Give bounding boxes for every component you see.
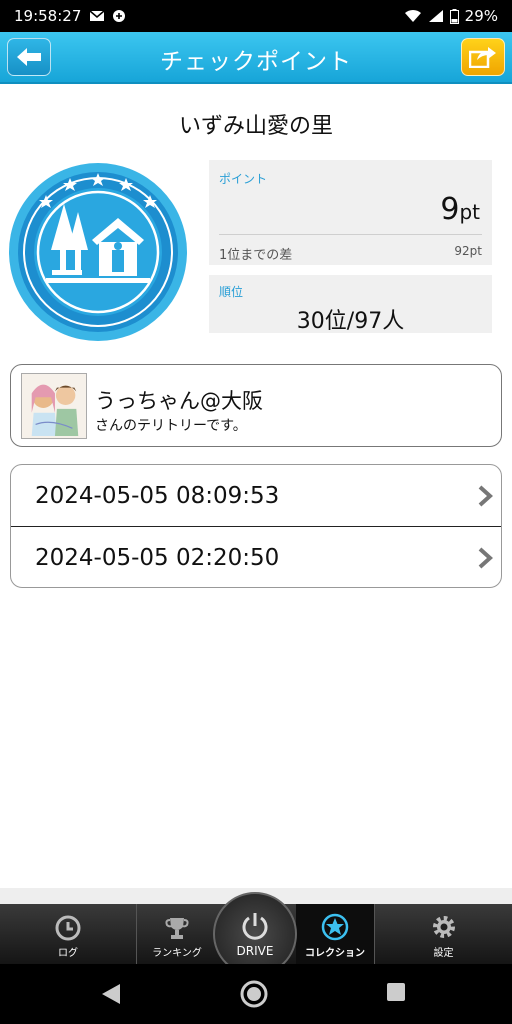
list-item[interactable]: 2024-05-05 02:20:50 bbox=[11, 527, 501, 587]
tab-log[interactable]: ログ bbox=[0, 904, 137, 964]
points-panel: ポイント 9pt 1位までの差 92pt bbox=[209, 160, 492, 265]
visit-timestamp: 2024-05-05 02:20:50 bbox=[35, 545, 280, 571]
battery-icon bbox=[449, 8, 459, 24]
owner-name: うっちゃん@大阪 bbox=[95, 389, 263, 413]
tab-label: DRIVE bbox=[236, 944, 274, 958]
divider bbox=[219, 234, 482, 235]
page-title: チェックポイント bbox=[160, 49, 352, 75]
avatar bbox=[21, 373, 87, 439]
gear-icon bbox=[432, 916, 455, 938]
clock-icon bbox=[55, 915, 81, 941]
chevron-right-icon bbox=[478, 485, 493, 507]
power-icon bbox=[242, 913, 268, 940]
list-item[interactable]: 2024-05-05 08:09:53 bbox=[11, 465, 501, 527]
nav-home-icon[interactable] bbox=[240, 980, 268, 1008]
wifi-icon bbox=[404, 9, 421, 22]
rank-value: 30位/97人 bbox=[296, 309, 405, 334]
trophy-icon bbox=[165, 918, 189, 939]
app-header: チェックポイント bbox=[0, 32, 512, 84]
tab-label: コレクション bbox=[305, 948, 365, 959]
points-value: 9pt bbox=[440, 192, 480, 227]
checkpoint-badge-icon bbox=[9, 163, 187, 341]
notification-icon bbox=[113, 10, 126, 22]
status-time: 19:58:27 bbox=[14, 7, 82, 25]
share-icon bbox=[469, 47, 496, 68]
nav-recents-icon[interactable] bbox=[386, 982, 406, 1002]
system-nav-bar bbox=[0, 964, 512, 1024]
owner-territory-text: さんのテリトリーです。 bbox=[95, 418, 247, 434]
place-name: いずみ山愛の里 bbox=[178, 114, 333, 139]
tab-settings[interactable]: 設定 bbox=[374, 904, 512, 964]
territory-owner-card[interactable]: うっちゃん@大阪 さんのテリトリーです。 bbox=[10, 364, 502, 447]
tab-ranking[interactable]: ランキング bbox=[137, 904, 217, 964]
chevron-right-icon bbox=[478, 547, 493, 569]
tab-label: ログ bbox=[58, 948, 78, 959]
share-button[interactable] bbox=[461, 38, 505, 76]
tab-label: 設定 bbox=[433, 948, 454, 959]
tab-label: ランキング bbox=[152, 948, 202, 959]
star-icon bbox=[321, 913, 349, 941]
points-number: 9 bbox=[440, 192, 460, 227]
visit-timestamp: 2024-05-05 08:09:53 bbox=[35, 482, 280, 509]
visit-history-list: 2024-05-05 08:09:53 2024-05-05 02:20:50 bbox=[10, 464, 502, 588]
signal-icon bbox=[428, 10, 443, 22]
gap-value: 92pt bbox=[454, 244, 482, 258]
gap-label: 1位までの差 bbox=[219, 248, 293, 263]
nav-back-icon[interactable] bbox=[100, 982, 122, 1006]
points-unit: pt bbox=[459, 200, 480, 224]
points-label: ポイント bbox=[219, 172, 268, 186]
tab-collection[interactable]: コレクション bbox=[296, 904, 374, 964]
status-bar: 19:58:27 29% bbox=[0, 0, 512, 32]
rank-panel: 順位 30位/97人 bbox=[209, 275, 492, 334]
battery-percent: 29% bbox=[464, 7, 498, 25]
rank-label: 順位 bbox=[219, 285, 244, 299]
mail-icon bbox=[89, 10, 105, 21]
